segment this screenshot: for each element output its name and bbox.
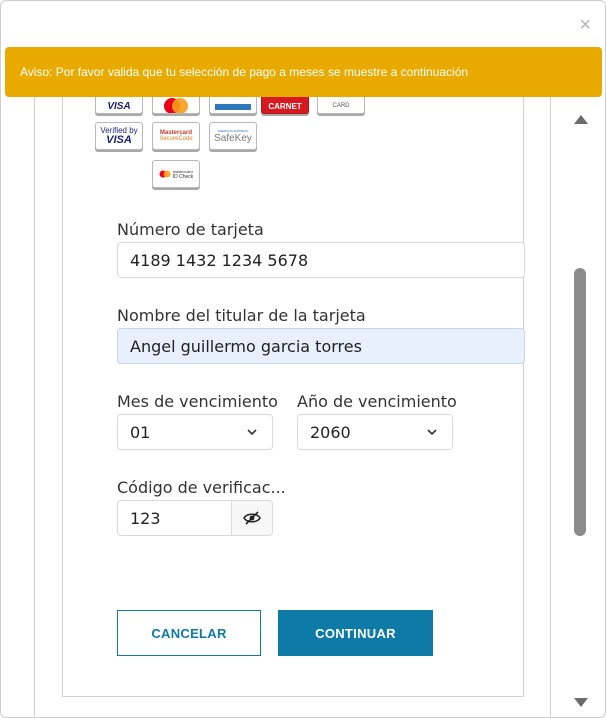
month-select[interactable]: 01: [117, 414, 273, 450]
eye-slash-icon: [243, 511, 261, 525]
alert-banner: Aviso: Por favor valida que tu selección…: [5, 47, 602, 97]
cvv-input[interactable]: 123: [117, 500, 273, 536]
cvv-value: 123: [130, 508, 161, 528]
continue-button[interactable]: CONTINUAR: [278, 610, 433, 656]
carnet-logo-icon: CARNET: [261, 97, 309, 114]
vertical-scrollbar[interactable]: [569, 101, 595, 711]
cancel-button[interactable]: CANCELAR: [117, 610, 261, 656]
scrollbar-thumb[interactable]: [574, 268, 586, 536]
month-label: Mes de vencimiento: [117, 392, 278, 411]
year-select[interactable]: 2060: [297, 414, 453, 450]
card-number-label: Número de tarjeta: [117, 220, 264, 239]
payment-form-panel: VISA CARNET CARD Verified by VISA Master…: [62, 97, 525, 697]
mastercard-idcheck-icon: mastercard ID Check: [152, 160, 200, 188]
chevron-down-icon: [247, 429, 257, 436]
amex-logo-icon: [209, 97, 257, 114]
card-number-input[interactable]: 4189 1432 1234 5678: [117, 242, 525, 278]
month-value: 01: [130, 422, 151, 442]
toggle-visibility-button[interactable]: [231, 501, 272, 535]
close-icon[interactable]: ×: [579, 15, 591, 35]
mastercard-logo-icon: [152, 97, 200, 114]
alert-text: Aviso: Por favor valida que tu selección…: [20, 65, 469, 79]
holder-name-label: Nombre del titular de la tarjeta: [117, 306, 366, 325]
card-logo-icon: CARD: [317, 97, 365, 114]
visa-logo-icon: VISA: [95, 97, 143, 114]
mastercard-securecode-icon: Mastercard SecureCode: [152, 122, 200, 150]
card-number-value: 4189 1432 1234 5678: [130, 250, 309, 270]
scroll-area[interactable]: VISA CARNET CARD Verified by VISA Master…: [34, 97, 551, 717]
scroll-down-arrow-icon[interactable]: [574, 698, 588, 707]
amex-safekey-icon: AMERICAN EXPRESS SafeKey: [209, 122, 257, 150]
year-value: 2060: [310, 422, 351, 442]
cvv-label: Código de verificac...: [117, 478, 286, 497]
verified-by-visa-icon: Verified by VISA: [95, 122, 143, 150]
payment-modal: × Aviso: Por favor valida que tu selecci…: [0, 0, 606, 718]
chevron-down-icon: [427, 429, 437, 436]
year-label: Año de vencimiento: [297, 392, 457, 411]
holder-name-input[interactable]: Angel guillermo garcia torres: [117, 328, 525, 364]
holder-name-value: Angel guillermo garcia torres: [130, 336, 362, 356]
scroll-up-arrow-icon[interactable]: [574, 115, 588, 124]
